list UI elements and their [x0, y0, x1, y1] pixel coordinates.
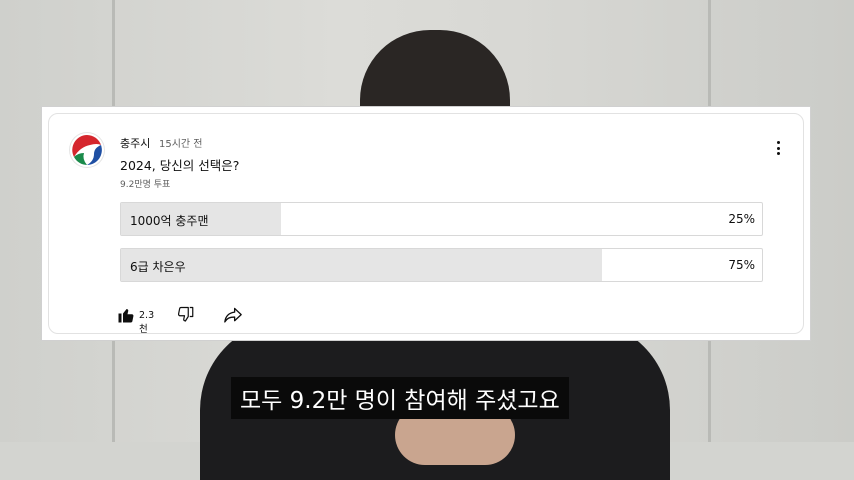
vote-count: 9.2만명 투표	[120, 180, 171, 190]
poll-option-percent: 75%	[728, 258, 755, 272]
poll-option-percent: 25%	[728, 212, 755, 226]
poll-option[interactable]: 1000억 충주맨 25%	[120, 202, 763, 236]
thumbs-down-icon[interactable]	[177, 306, 195, 328]
poll-card-inner: 충주시 15시간 전 2024, 당신의 선택은? 9.2만명 투표 1000억…	[48, 113, 804, 335]
poll-option[interactable]: 6급 차은우 75%	[120, 248, 763, 282]
community-poll-card: 충주시 15시간 전 2024, 당신의 선택은? 9.2만명 투표 1000억…	[41, 106, 811, 341]
like-count: 2.3천	[139, 310, 155, 335]
poll-option-fill	[121, 249, 602, 281]
post-time[interactable]: 15시간 전	[159, 135, 203, 150]
channel-logo-icon	[72, 135, 102, 165]
channel-name[interactable]: 충주시	[120, 135, 150, 151]
poll-option-label: 1000억 충주맨	[130, 214, 209, 228]
thumbs-up-icon[interactable]	[117, 306, 135, 328]
poll-option-label: 6급 차은우	[130, 260, 186, 274]
more-vert-icon[interactable]	[772, 141, 784, 161]
video-subtitle: 모두 9.2만 명이 참여해 주셨고요	[231, 377, 569, 419]
channel-logo[interactable]	[70, 133, 104, 167]
share-icon[interactable]	[223, 306, 243, 328]
poll-question: 2024, 당신의 선택은?	[120, 158, 240, 173]
